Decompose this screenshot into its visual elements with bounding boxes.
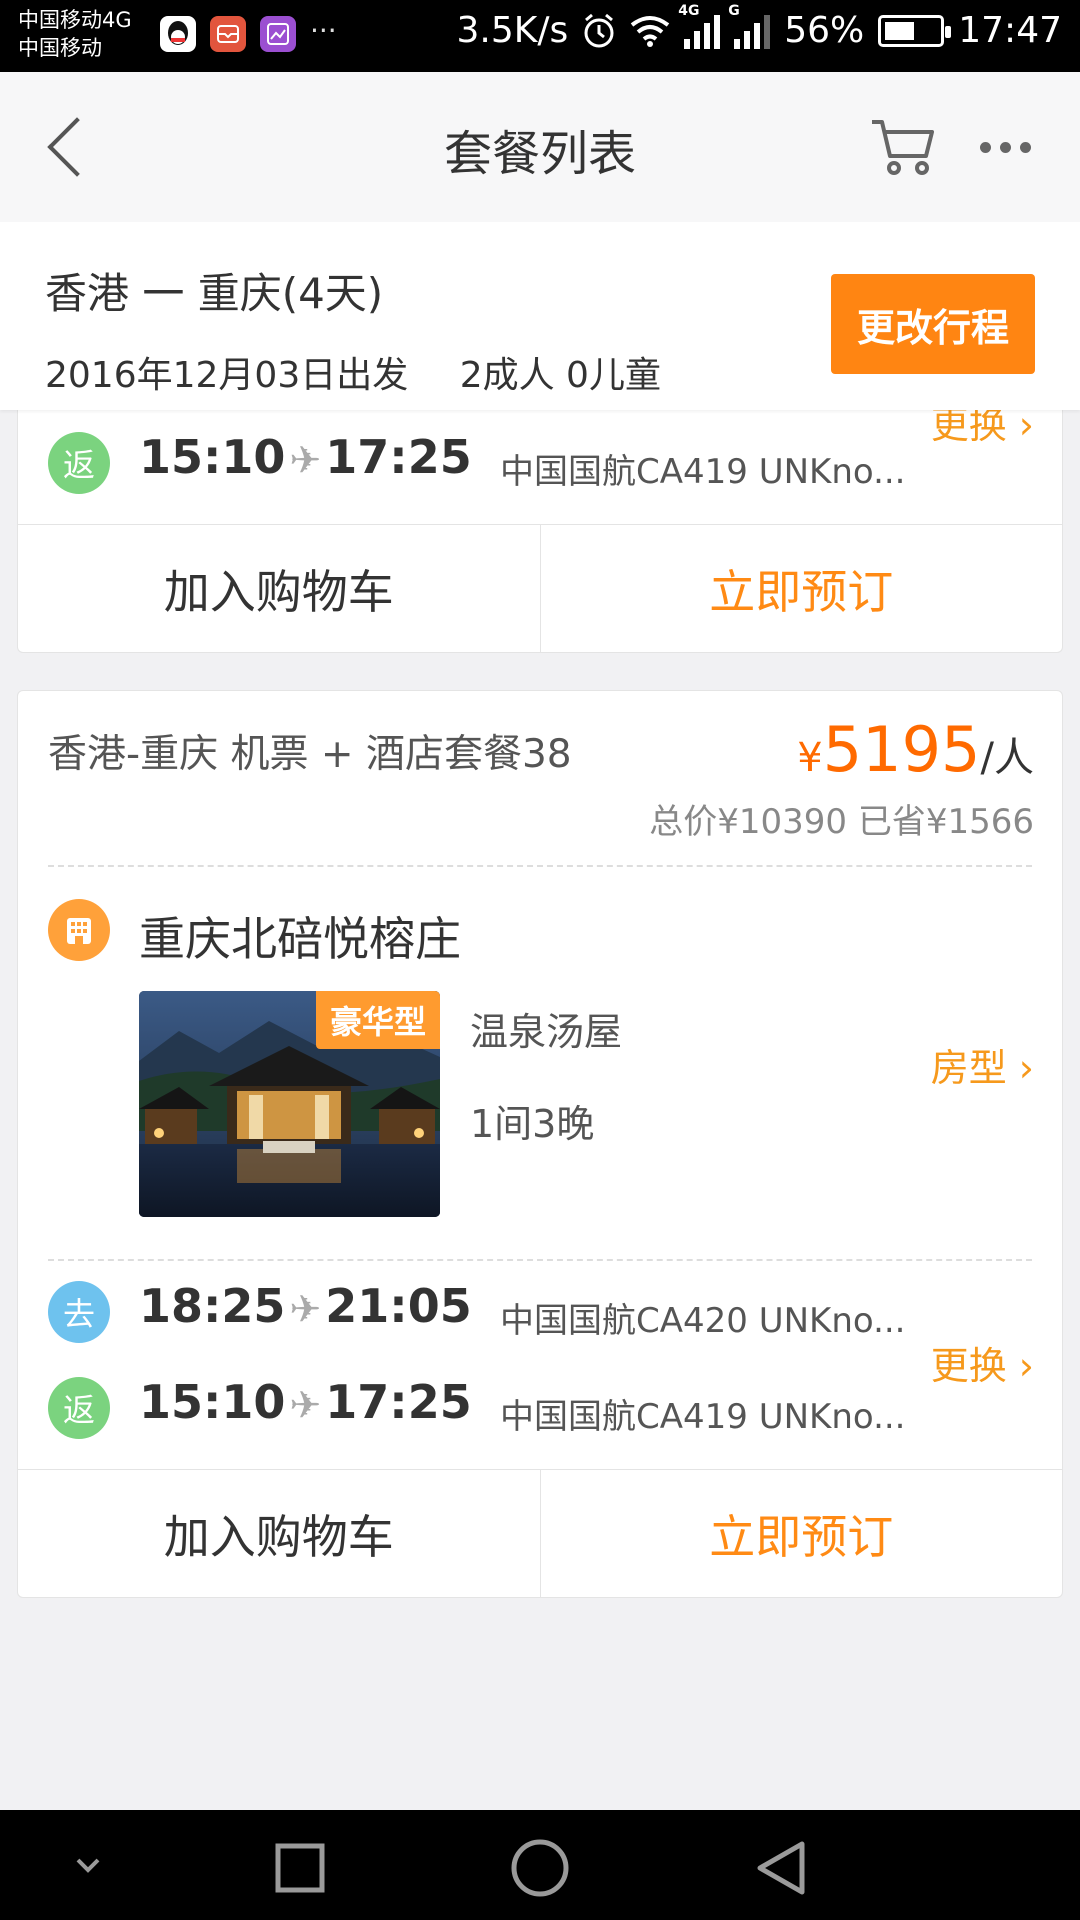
price-total: 总价¥10390 已省¥1566 (649, 802, 1034, 842)
battery-fill (885, 21, 915, 40)
network-speed: 3.5K/s (456, 10, 569, 51)
trip-details: 2016年12月03日出发 2成人 0儿童 (45, 346, 701, 398)
carrier-info: 中国移动4G 中国移动 (18, 6, 132, 62)
hotel-photo[interactable]: 豪华型 (139, 991, 440, 1217)
hotel-name[interactable]: 重庆北碚悦榕庄 (139, 903, 461, 969)
gallery-icon (260, 16, 296, 52)
depart-time: 18:25 (139, 1279, 286, 1333)
arrive-time: 17:25 (325, 1375, 472, 1429)
price-per-person: ¥5195/人 (797, 713, 1034, 786)
outbound-flight-row: 去 18:25 ✈21:05 中国国航CA420 UNKno... (18, 1271, 1062, 1351)
package-card: 更换 › 返 15:10 ✈17:25 中国国航CA419 UNKno... 加入… (17, 380, 1063, 653)
battery-icon (878, 14, 952, 47)
qq-icon (160, 16, 196, 52)
room-count: 1间3晚 (470, 1102, 595, 1146)
app-header: 套餐列表 (0, 72, 1080, 222)
mail-icon (210, 16, 246, 52)
room-link-label: 房型 (930, 1046, 1007, 1090)
back-nav-icon[interactable] (757, 1841, 805, 1895)
chevron-right-icon: › (1018, 1046, 1034, 1090)
card-actions: 加入购物车 立即预订 (18, 524, 1062, 652)
book-now-button[interactable]: 立即预订 (541, 525, 1063, 652)
more-dots-icon[interactable] (980, 122, 1050, 172)
price-unit: /人 (980, 735, 1034, 781)
change-itinerary-button[interactable]: 更改行程 (831, 274, 1035, 374)
more-notifications-icon: ··· (310, 14, 337, 47)
return-flight-row: 返 15:10 ✈17:25 中国国航CA419 UNKno... (18, 1367, 1062, 1447)
add-to-cart-button[interactable]: 加入购物车 (18, 1470, 541, 1597)
signal-g-icon: G (728, 3, 771, 49)
plane-icon: ✈ (289, 1383, 322, 1427)
outbound-badge: 去 (48, 1281, 110, 1343)
travelers: 2成人 0儿童 (459, 355, 661, 396)
flight-times: 15:10 ✈17:25 (139, 430, 472, 484)
alarm-icon (584, 13, 614, 47)
depart-date: 2016年12月03日出发 (45, 355, 409, 396)
wifi-icon (631, 15, 670, 47)
plane-icon: ✈ (289, 1287, 322, 1331)
return-badge: 返 (48, 432, 110, 494)
package-name: 香港-重庆 机票 + 酒店套餐38 (48, 732, 572, 777)
divider (48, 1259, 1032, 1261)
arrive-time: 17:25 (325, 430, 472, 484)
flight-times: 15:10 ✈17:25 (139, 1375, 472, 1429)
trip-route: 香港 一 重庆(4天) (45, 269, 384, 318)
book-now-button[interactable]: 立即预订 (541, 1470, 1063, 1597)
price-currency: ¥ (797, 735, 823, 781)
status-bar: 中国移动4G 中国移动 ··· 3.5K/s 4G G 56% 17:47 (0, 0, 1080, 72)
add-to-cart-button[interactable]: 加入购物车 (18, 525, 541, 652)
divider (48, 865, 1032, 867)
system-nav-bar (0, 1810, 1080, 1920)
system-indicators: 3.5K/s 4G G 56% 17:47 (456, 3, 1062, 52)
card-actions: 加入购物车 立即预订 (18, 1469, 1062, 1597)
arrive-time: 21:05 (325, 1279, 472, 1333)
hide-keyboard-icon[interactable] (76, 1858, 100, 1873)
package-card: 香港-重庆 机票 + 酒店套餐38 ¥5195/人 总价¥10390 已省¥15… (17, 690, 1063, 1598)
cart-icon[interactable] (868, 112, 938, 182)
carrier-top: 中国移动4G (18, 8, 132, 32)
plane-icon: ✈ (289, 438, 322, 482)
battery-percent: 56% (784, 10, 865, 51)
flight-times: 18:25 ✈21:05 (139, 1279, 472, 1333)
flight-info: 中国国航CA420 UNKno... (500, 1301, 906, 1341)
clock: 17:47 (958, 10, 1062, 51)
net1-label: 4G (678, 2, 700, 19)
flight-info: 中国国航CA419 UNKno... (500, 1397, 906, 1437)
depart-time: 15:10 (139, 430, 286, 484)
notification-icons: ··· (160, 16, 337, 52)
hotel-grade-tag: 豪华型 (315, 991, 440, 1049)
recent-apps-icon[interactable] (275, 1843, 325, 1893)
signal-4g-icon: 4G (678, 3, 721, 49)
trip-summary: 香港 一 重庆(4天) 2016年12月03日出发 2成人 0儿童 更改行程 (0, 222, 1080, 410)
home-icon[interactable] (511, 1839, 569, 1897)
room-type: 温泉汤屋 (470, 1010, 623, 1054)
flight-info: 中国国航CA419 UNKno... (500, 452, 906, 492)
carrier-bottom: 中国移动 (18, 36, 102, 60)
return-flight-row: 返 15:10 ✈17:25 中国国航CA419 UNKno... (18, 422, 1062, 502)
price-value: 5195 (822, 713, 981, 786)
net2-label: G (728, 2, 740, 19)
room-type-link[interactable]: 房型 › (931, 1037, 1034, 1092)
return-badge: 返 (48, 1377, 110, 1439)
hotel-icon (48, 899, 110, 961)
depart-time: 15:10 (139, 1375, 286, 1429)
